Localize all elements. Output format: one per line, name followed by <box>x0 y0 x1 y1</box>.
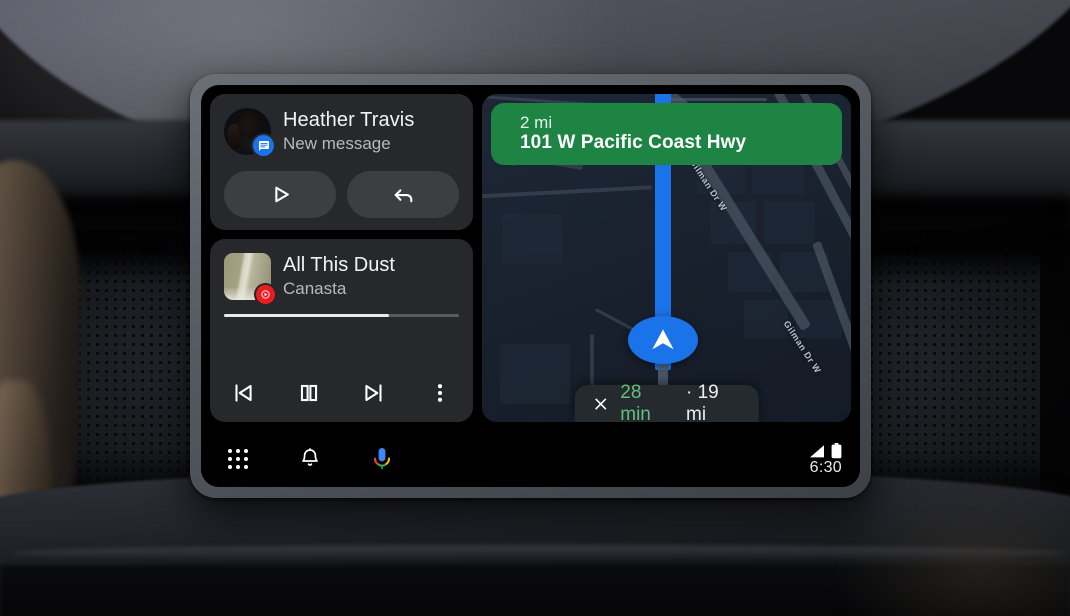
map-road <box>667 98 767 101</box>
floor-glow <box>830 476 1070 616</box>
skip-next-button[interactable] <box>355 374 393 412</box>
play-message-button[interactable] <box>224 171 336 218</box>
media-progress-bar[interactable] <box>224 314 459 317</box>
media-player-card[interactable]: All This Dust Canasta <box>210 239 473 422</box>
assistant-button[interactable] <box>367 444 397 474</box>
message-action-row <box>224 171 459 218</box>
play-icon <box>268 182 293 207</box>
screen-content-area: Heather Travis New message All This Dust… <box>201 85 860 431</box>
google-assistant-mic-icon <box>370 446 394 472</box>
cellular-signal-icon <box>808 444 826 459</box>
reply-message-button[interactable] <box>347 171 459 218</box>
message-text-block: Heather Travis New message <box>283 109 414 155</box>
avatar <box>224 108 274 156</box>
turn-text-block: 2 mi 101 W Pacific Coast Hwy <box>520 113 746 155</box>
skip-previous-icon <box>230 380 256 406</box>
turn-street-name: 101 W Pacific Coast Hwy <box>520 132 747 154</box>
eta-chip[interactable]: 28 min · 19 mi <box>574 382 759 422</box>
eta-distance: · 19 mi <box>686 382 719 422</box>
left-card-column: Heather Travis New message All This Dust… <box>210 94 473 422</box>
infotainment-display-bezel: Heather Travis New message All This Dust… <box>190 74 871 498</box>
media-progress-fill <box>224 314 389 317</box>
navigation-map-panel[interactable]: Gilman Dr W Gilman Dr W 2 mi 101 W Pacif… <box>482 94 851 422</box>
track-artist: Canasta <box>283 279 347 299</box>
system-taskbar: 6:30 <box>201 431 860 487</box>
skip-next-icon <box>361 380 387 406</box>
skip-previous-button[interactable] <box>224 374 262 412</box>
media-text-block: All This Dust Canasta <box>283 254 395 300</box>
message-notification-card[interactable]: Heather Travis New message <box>210 94 473 230</box>
reply-arrow-icon <box>391 182 416 207</box>
taskbar-status-group: 6:30 <box>808 442 842 476</box>
turn-instruction-banner[interactable]: 2 mi 101 W Pacific Coast Hwy <box>491 103 842 165</box>
message-header: Heather Travis New message <box>224 108 459 156</box>
android-auto-screen: Heather Travis New message All This Dust… <box>201 85 860 487</box>
youtube-music-badge-icon <box>256 285 275 304</box>
app-grid-button[interactable] <box>223 444 253 474</box>
media-overflow-button[interactable] <box>421 374 459 412</box>
turn-distance: 2 mi <box>520 112 553 132</box>
battery-full-icon <box>831 442 842 459</box>
navigation-chevron-marker <box>628 316 698 364</box>
pause-icon <box>296 380 322 406</box>
bell-icon <box>298 447 322 471</box>
notifications-button[interactable] <box>295 444 325 474</box>
sender-name: Heather Travis <box>283 108 415 131</box>
close-icon[interactable] <box>592 396 608 412</box>
pause-button[interactable] <box>290 374 328 412</box>
messages-badge-icon <box>253 135 274 156</box>
status-icons <box>808 442 842 459</box>
media-header: All This Dust Canasta <box>224 253 459 304</box>
eta-time: 28 min <box>620 382 651 422</box>
apps-grid-icon <box>228 449 248 469</box>
track-title: All This Dust <box>283 253 395 276</box>
taskbar-button-group <box>223 444 397 474</box>
message-status: New message <box>283 134 391 154</box>
media-controls-row <box>224 364 459 412</box>
album-art-thumbnail <box>224 253 275 304</box>
more-vert-icon <box>428 381 452 405</box>
system-clock: 6:30 <box>809 458 842 476</box>
